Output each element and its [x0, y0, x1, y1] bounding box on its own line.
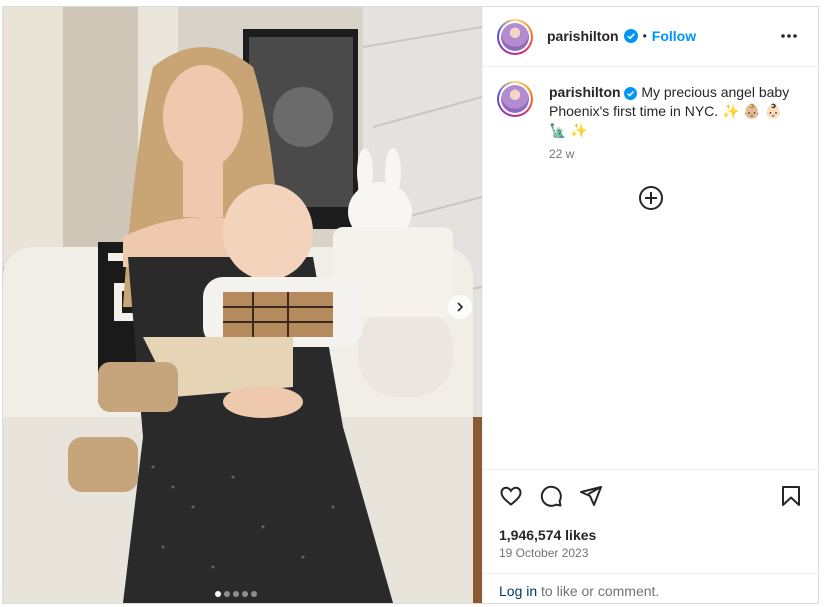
- carousel-indicators: [215, 584, 260, 602]
- comment-button[interactable]: [539, 484, 563, 513]
- carousel-dot: [251, 591, 257, 597]
- username-link[interactable]: parishilton: [547, 28, 619, 44]
- chevron-right-icon: [457, 302, 464, 312]
- carousel-dot: [242, 591, 248, 597]
- avatar[interactable]: [497, 19, 533, 55]
- follow-button[interactable]: Follow: [652, 28, 696, 44]
- caption: parishilton My precious angel baby Phoen…: [549, 83, 799, 140]
- carousel-next-button[interactable]: [448, 295, 472, 319]
- login-link[interactable]: Log in: [499, 583, 537, 599]
- verified-badge-icon: [624, 86, 638, 100]
- photo-illustration: [3, 7, 482, 603]
- likes-count[interactable]: 1,946,574 likes: [499, 527, 596, 543]
- add-circle-icon: [639, 186, 663, 210]
- more-options-button[interactable]: [779, 24, 799, 53]
- login-prompt-text: to like or comment.: [537, 583, 660, 599]
- instagram-post: parishilton • Follow parishilton My prec…: [2, 6, 819, 604]
- separator-dot: •: [642, 29, 647, 43]
- verified-badge-icon: [623, 29, 638, 43]
- caption-avatar[interactable]: [497, 81, 533, 117]
- post-date: 19 October 2023: [499, 546, 589, 560]
- more-options-icon: [781, 34, 797, 38]
- login-prompt: Log in to like or comment.: [483, 573, 819, 603]
- post-image[interactable]: [3, 7, 482, 603]
- post-header: parishilton • Follow: [483, 7, 819, 67]
- carousel-dot: [233, 591, 239, 597]
- comment-icon: [540, 485, 562, 507]
- share-button[interactable]: [579, 484, 603, 513]
- share-icon: [580, 486, 602, 506]
- post-side-panel: parishilton • Follow parishilton My prec…: [482, 7, 819, 603]
- carousel-dot: [224, 591, 230, 597]
- heart-icon: [500, 486, 522, 506]
- view-more-comments-button[interactable]: [638, 185, 664, 216]
- bookmark-icon: [782, 486, 800, 506]
- post-time: 22 w: [549, 147, 575, 161]
- save-button[interactable]: [779, 484, 803, 513]
- caption-username[interactable]: parishilton: [549, 84, 621, 100]
- carousel-dot: [215, 591, 221, 597]
- like-button[interactable]: [499, 484, 523, 513]
